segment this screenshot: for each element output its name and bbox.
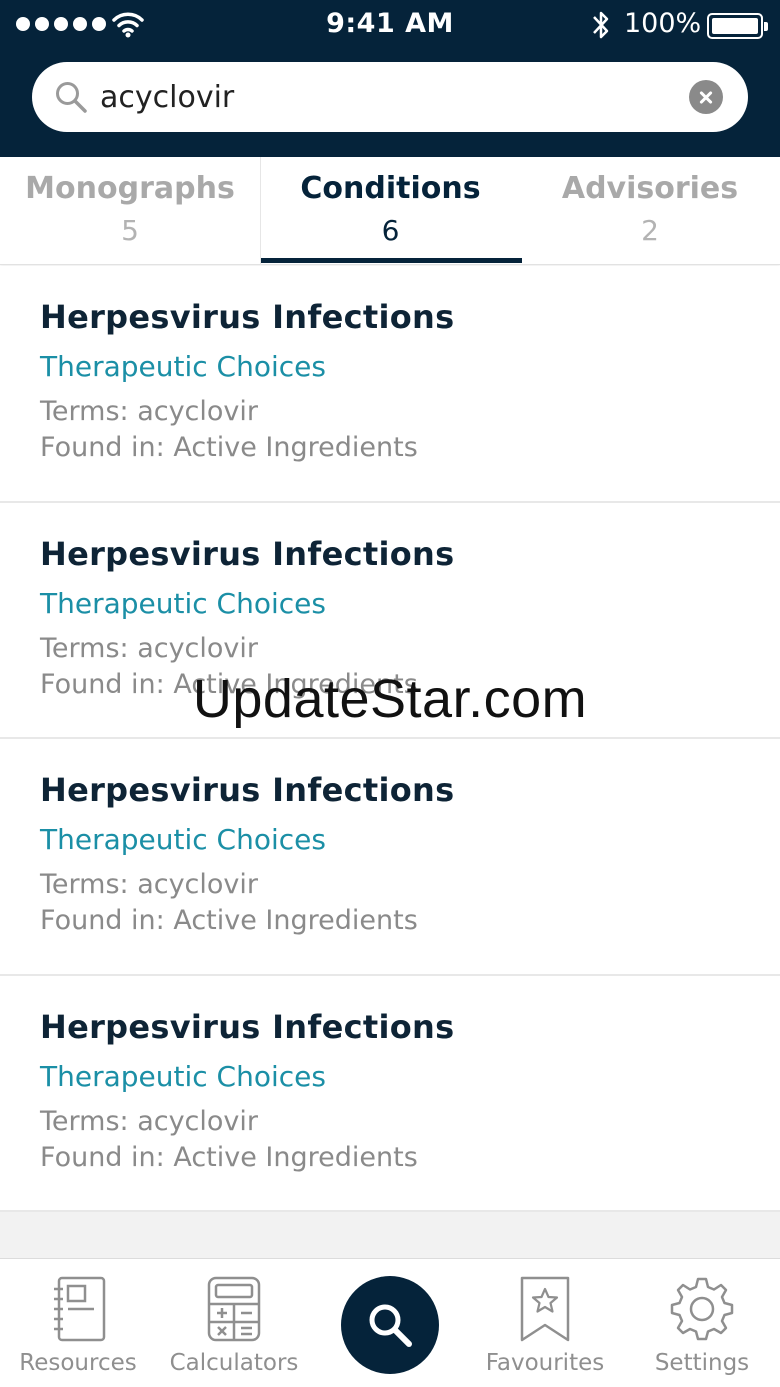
- tab-advisories[interactable]: Advisories 2: [520, 157, 780, 265]
- list-item[interactable]: Herpesvirus Infections Therapeutic Choic…: [0, 739, 780, 976]
- search-bar[interactable]: [32, 62, 748, 132]
- clear-icon[interactable]: [689, 80, 723, 114]
- tabbar-calculators[interactable]: Calculators: [156, 1259, 312, 1387]
- search-icon: [369, 1304, 412, 1347]
- result-source-link[interactable]: Therapeutic Choices: [40, 1060, 326, 1093]
- tabbar-settings[interactable]: Settings: [624, 1259, 780, 1387]
- calculator-icon: [207, 1276, 261, 1342]
- result-terms: Terms: acyclovir: [40, 632, 259, 664]
- result-title: Herpesvirus Infections: [40, 298, 455, 336]
- tab-label: Conditions: [300, 171, 481, 206]
- tabbar-label: Resources: [19, 1350, 137, 1376]
- result-terms: Terms: acyclovir: [40, 1105, 259, 1137]
- bookmark-star-icon: [520, 1276, 570, 1342]
- tabbar-label: Calculators: [169, 1350, 299, 1376]
- result-title: Herpesvirus Infections: [40, 1007, 455, 1046]
- result-found-in: Found in: Active Ingredients: [40, 1141, 418, 1173]
- result-source-link[interactable]: Therapeutic Choices: [40, 587, 326, 620]
- list-footer-space: [0, 1212, 780, 1258]
- tab-conditions[interactable]: Conditions 6: [260, 157, 520, 265]
- app-header: 9:41 AM 100%: [0, 0, 780, 157]
- list-item[interactable]: Herpesvirus Infections Therapeutic Choic…: [0, 975, 780, 1212]
- active-tab-indicator: [261, 258, 522, 263]
- tab-monographs[interactable]: Monographs 5: [0, 157, 260, 265]
- result-terms: Terms: acyclovir: [40, 869, 259, 900]
- watermark: UpdateStar.com: [192, 669, 588, 729]
- result-title: Herpesvirus Infections: [40, 771, 455, 809]
- bottom-tab-bar: Resources Calculators Favourites Setting…: [0, 1258, 780, 1387]
- tabbar-label: Favourites: [485, 1350, 605, 1376]
- battery-percentage: 100%: [624, 8, 702, 39]
- result-tabs: Monographs 5 Conditions 6 Advisories 2: [0, 157, 780, 265]
- results-list: Herpesvirus Infections Therapeutic Choic…: [0, 266, 780, 1212]
- tab-label: Monographs: [25, 171, 235, 206]
- result-found-in: Found in: Active Ingredients: [40, 905, 418, 936]
- result-source-link[interactable]: Therapeutic Choices: [40, 350, 326, 383]
- bluetooth-icon: [593, 11, 609, 39]
- tab-count: 2: [641, 214, 659, 247]
- tabbar-favourites[interactable]: Favourites: [467, 1259, 623, 1387]
- tabbar-resources[interactable]: Resources: [0, 1259, 156, 1387]
- tab-count: 5: [121, 214, 139, 247]
- tab-label: Advisories: [561, 171, 739, 206]
- search-icon: [56, 82, 87, 113]
- notebook-icon: [54, 1276, 106, 1342]
- tabbar-label: Settings: [654, 1350, 750, 1376]
- gear-icon: [670, 1277, 734, 1341]
- result-title: Herpesvirus Infections: [40, 534, 455, 573]
- list-item[interactable]: Herpesvirus Infections Therapeutic Choic…: [0, 266, 780, 503]
- status-bar: 9:41 AM 100%: [0, 0, 780, 54]
- search-input[interactable]: [100, 72, 680, 122]
- result-source-link[interactable]: Therapeutic Choices: [40, 823, 326, 856]
- search-tab-button[interactable]: [341, 1276, 439, 1374]
- battery-icon: [707, 13, 768, 39]
- tab-count: 6: [381, 214, 400, 247]
- result-found-in: Found in: Active Ingredients: [40, 432, 418, 463]
- result-terms: Terms: acyclovir: [40, 396, 259, 427]
